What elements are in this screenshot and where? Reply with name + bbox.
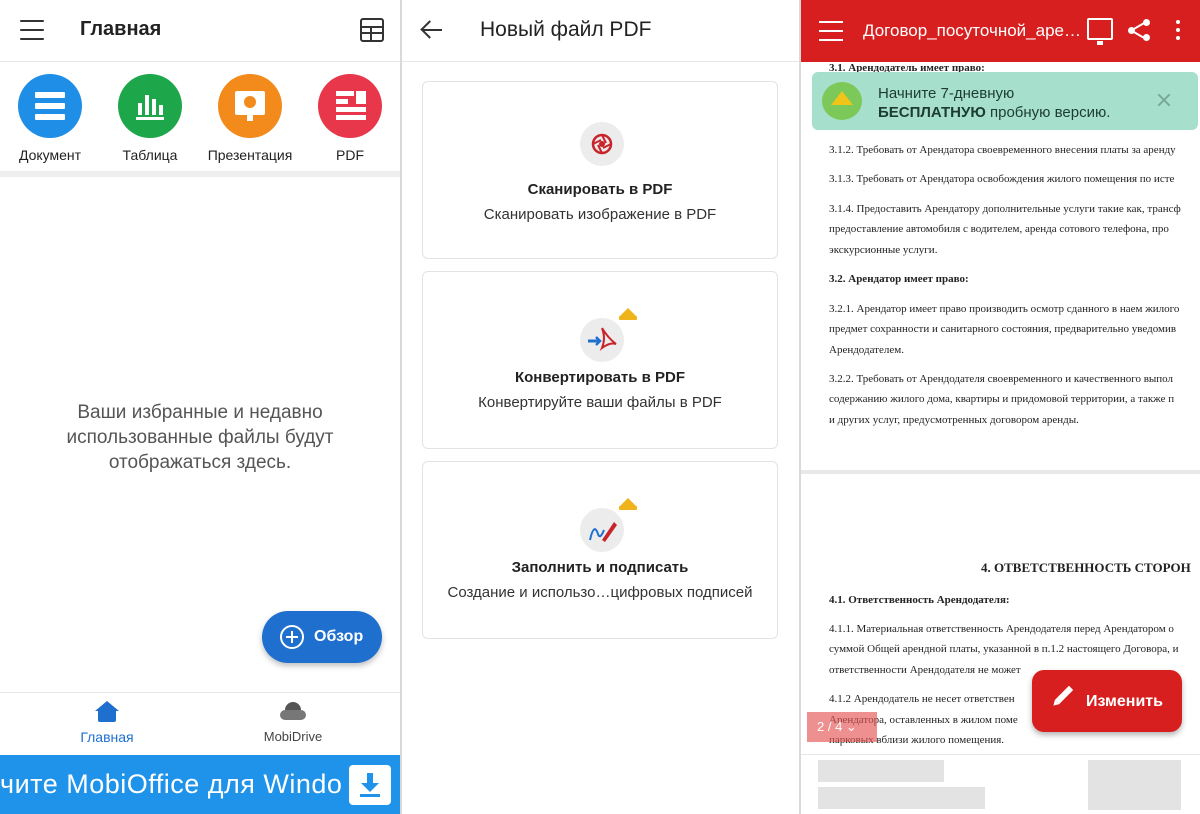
scan-icon bbox=[580, 122, 624, 166]
promo-text: чите MobiOffice для Windo bbox=[0, 769, 343, 799]
pencil-icon bbox=[1054, 685, 1074, 705]
option-convert-to-pdf[interactable]: Конвертировать в PDF Конвертируйте ваши … bbox=[422, 271, 778, 449]
doc-text-line: 3.1.4. Предоставить Арендатору дополните… bbox=[829, 203, 1181, 215]
convert-icon bbox=[580, 318, 624, 362]
doc-text-line: предоставление автомобиля с водителем, а… bbox=[829, 223, 1169, 235]
promo-banner[interactable]: чите MobiOffice для Windo bbox=[0, 755, 400, 814]
option-title: Конвертировать в PDF bbox=[514, 369, 686, 386]
viewer-header: Договор_посуточной_аре… bbox=[801, 0, 1200, 62]
nav-home-label: Главная bbox=[80, 729, 134, 745]
doc-text-line: ответственности Арендодателя не может bbox=[829, 664, 1021, 676]
doc-text-line: 3.2.2. Требовать от Арендодателя своевре… bbox=[829, 373, 1174, 385]
nav-drive-label: MobiDrive bbox=[263, 729, 323, 744]
home-icon bbox=[95, 701, 119, 723]
option-title: Заполнить и подписать bbox=[511, 559, 689, 576]
crown-badge-icon bbox=[822, 82, 862, 120]
viewer-bottom-bar bbox=[801, 754, 1200, 814]
pdf-icon bbox=[318, 74, 382, 138]
doc-text-line: 3.1.3. Требовать от Арендатора освобожде… bbox=[829, 173, 1175, 185]
browse-button[interactable]: Обзор bbox=[262, 611, 382, 663]
app-presentation[interactable]: Презентация bbox=[200, 74, 300, 163]
option-subtitle: Создание и использо…цифровых подписей bbox=[447, 584, 753, 601]
page-title: Главная bbox=[80, 18, 162, 40]
menu-icon[interactable] bbox=[819, 21, 843, 41]
app-label: Презентация bbox=[207, 147, 293, 163]
present-screen-icon[interactable] bbox=[1087, 18, 1113, 45]
toast-text-rest: пробную версию. bbox=[985, 104, 1111, 121]
download-icon[interactable] bbox=[349, 765, 391, 805]
app-shortcuts: Документ Таблица Презентация PDF bbox=[0, 62, 400, 177]
doc-text-line: содержанию жилого дома, квартиры и придо… bbox=[829, 393, 1175, 405]
toast-text: БЕСПЛАТНУЮ пробную версию. bbox=[878, 104, 1110, 121]
more-options-icon[interactable] bbox=[1176, 20, 1182, 42]
document-title: Договор_посуточной_аре… bbox=[863, 21, 1081, 40]
cloud-icon bbox=[279, 701, 307, 723]
spreadsheet-icon bbox=[118, 74, 182, 138]
toast-text-bold: БЕСПЛАТНУЮ bbox=[878, 104, 986, 121]
close-icon[interactable] bbox=[1154, 90, 1174, 110]
new-pdf-screen: Новый файл PDF Сканировать в PDF Сканиро… bbox=[402, 0, 799, 814]
document-page[interactable]: 3.1. Арендодатель имеет право: 3.1.2. Тр… bbox=[801, 62, 1200, 754]
doc-section-heading: 4. ОТВЕТСТВЕННОСТЬ СТОРОН bbox=[981, 560, 1191, 575]
app-document[interactable]: Документ bbox=[0, 74, 100, 163]
menu-icon[interactable] bbox=[20, 20, 44, 40]
option-title: Сканировать в PDF bbox=[527, 181, 673, 198]
table-view-icon[interactable] bbox=[360, 18, 384, 42]
sign-icon bbox=[580, 508, 624, 552]
app-label: Таблица bbox=[122, 147, 178, 163]
doc-text-line: 4.1.2 Арендодатель не несет ответствен bbox=[829, 693, 1015, 705]
doc-text-line: Арендодателем. bbox=[829, 344, 904, 356]
presentation-icon bbox=[218, 74, 282, 138]
edit-button[interactable]: Изменить bbox=[1032, 670, 1182, 732]
option-fill-and-sign[interactable]: Заполнить и подписать Создание и использ… bbox=[422, 461, 778, 639]
doc-text-line: 3.2.1. Арендатор имеет право производить… bbox=[829, 303, 1180, 315]
new-pdf-header: Новый файл PDF bbox=[402, 0, 799, 62]
browse-button-label: Обзор bbox=[314, 628, 364, 645]
doc-text-line: 3.1.2. Требовать от Арендатора своевреме… bbox=[829, 144, 1176, 156]
toast-text: Начните 7-дневную bbox=[878, 85, 1015, 102]
add-circle-icon bbox=[280, 625, 304, 649]
doc-text-line: суммой Общей арендной платы, указанной в… bbox=[829, 643, 1179, 655]
loading-placeholder bbox=[818, 787, 985, 809]
share-icon[interactable] bbox=[1128, 19, 1150, 41]
doc-text-line: 4.1. Ответственность Арендодателя: bbox=[829, 594, 1010, 606]
option-subtitle: Конвертируйте ваши файлы в PDF bbox=[478, 394, 722, 411]
option-scan-to-pdf[interactable]: Сканировать в PDF Сканировать изображени… bbox=[422, 81, 778, 259]
nav-home[interactable]: Главная bbox=[47, 701, 167, 745]
app-label: PDF bbox=[336, 147, 364, 163]
document-icon bbox=[18, 74, 82, 138]
loading-placeholder bbox=[1088, 760, 1181, 810]
doc-text-line: экскурсионные услуги. bbox=[829, 244, 938, 256]
page-separator bbox=[801, 470, 1200, 474]
trial-promo-toast[interactable]: Начните 7-дневную БЕСПЛАТНУЮ пробную вер… bbox=[812, 72, 1198, 130]
doc-text-line: 3.2. Арендатор имеет право: bbox=[829, 273, 969, 285]
doc-text-line: и других услуг, предусмотренных договоро… bbox=[829, 414, 1079, 426]
app-label: Документ bbox=[18, 147, 82, 163]
back-arrow-icon[interactable] bbox=[420, 20, 444, 40]
home-screen: Главная Документ Таблица Презентация PDF… bbox=[0, 0, 400, 814]
doc-text-line: предмет сохранности и санитарного состоя… bbox=[829, 323, 1177, 335]
bottom-navigation: Главная MobiDrive bbox=[0, 692, 400, 754]
edit-button-label: Изменить bbox=[1086, 693, 1163, 710]
doc-text-line: 4.1.1. Материальная ответственность Арен… bbox=[829, 623, 1174, 635]
home-header: Главная bbox=[0, 0, 400, 62]
app-pdf[interactable]: PDF bbox=[300, 74, 400, 163]
option-subtitle: Сканировать изображение в PDF bbox=[483, 206, 717, 223]
app-spreadsheet[interactable]: Таблица bbox=[100, 74, 200, 163]
loading-placeholder bbox=[818, 760, 944, 782]
page-indicator[interactable]: 2 / 4 ⌄ bbox=[807, 712, 877, 742]
nav-mobidrive[interactable]: MobiDrive bbox=[233, 701, 353, 744]
empty-state-message: Ваши избранные и недавно использованные … bbox=[66, 402, 334, 473]
pdf-viewer-screen: Договор_посуточной_аре… 3.1. Арендодател… bbox=[801, 0, 1200, 814]
page-title: Новый файл PDF bbox=[480, 18, 652, 41]
